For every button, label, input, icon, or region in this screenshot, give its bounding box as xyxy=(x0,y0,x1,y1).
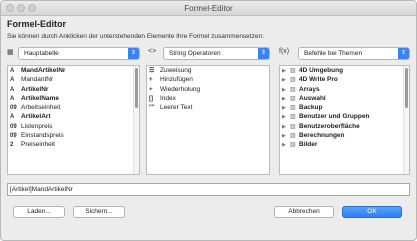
cancel-button[interactable]: Abbrechen xyxy=(274,206,334,218)
operator-label: Leerer Text xyxy=(160,104,193,112)
list-item[interactable]: A ArtikelArt xyxy=(8,112,139,121)
formula-editor-window: Formel-Editor Formel-Editor Sie können d… xyxy=(0,0,417,241)
field-label: ArtikelName xyxy=(21,94,59,102)
list-item[interactable]: 09 Listenpreis xyxy=(8,122,139,131)
list-item[interactable]: ☰ Zuweisung xyxy=(147,66,269,75)
list-item[interactable]: ▶ ▧ Benutzer und Gruppen xyxy=(280,112,409,121)
field-label: ArtikelArt xyxy=(21,113,51,121)
list-item[interactable]: "" Leerer Text xyxy=(147,103,269,112)
operator-label: Index xyxy=(160,94,176,102)
list-item[interactable]: [] Index xyxy=(147,94,269,103)
theme-icon: ▧ xyxy=(290,142,296,149)
quotes-icon: "" xyxy=(149,105,155,112)
table-select-value: Hauptabelle xyxy=(24,50,59,57)
list-item[interactable]: ▶ ▧ Arrays xyxy=(280,85,409,94)
operators-list[interactable]: ☰ Zuweisung + Hinzufügen + Wiederholung[] Inde… xyxy=(146,65,270,175)
commands-scrollbar[interactable] xyxy=(403,66,409,174)
field-label: Arbeitseinheit xyxy=(21,104,61,112)
list-item[interactable]: + Wiederholung xyxy=(147,85,269,94)
ok-button[interactable]: OK xyxy=(342,206,402,218)
chevron-updown-icon: ⇕ xyxy=(128,48,139,59)
list-item[interactable]: ▶ ▧ Benutzeroberfläche xyxy=(280,122,409,131)
command-select-value: Befehle bei Themen xyxy=(304,50,363,57)
list-item[interactable]: ▶ ▧ Auswahl xyxy=(280,94,409,103)
list-item[interactable]: 2 Preiseinheit xyxy=(8,140,139,149)
commands-list[interactable]: ▶ ▧ 4D Umgebung ▶ ▧ 4D Write Pro ▶ ▧ Arrays ▶ ▧ Aus… xyxy=(279,65,410,175)
field-label: MandArtikelNr xyxy=(21,67,66,74)
fields-list[interactable]: A MandArtikelNr A MandantNr A ArtikelNr A Artik… xyxy=(7,65,140,175)
field-label: Preiseinheit xyxy=(21,141,55,149)
command-theme-label: Benutzeroberfläche xyxy=(299,122,360,130)
field-label: ArtikelNr xyxy=(21,85,49,93)
load-button[interactable]: Laden... xyxy=(13,206,65,218)
command-theme-label: Arrays xyxy=(299,85,320,93)
list-item[interactable]: A ArtikelName xyxy=(8,94,139,103)
operator-select[interactable]: String Operatoren ⇕ xyxy=(163,47,270,60)
field-label: Listenpreis xyxy=(21,122,53,130)
table-icon: ▦ xyxy=(7,49,14,56)
command-theme-label: Bilder xyxy=(299,141,318,149)
window-title: Formel-Editor xyxy=(184,4,233,13)
formula-input[interactable]: [Artikel]MandArtikelNr xyxy=(7,183,410,196)
list-item[interactable]: 09 Einstandspreis xyxy=(8,131,139,140)
operator-label: Wiederholung xyxy=(160,85,201,93)
command-theme-label: 4D Umgebung xyxy=(299,67,344,74)
field-label: MandantNr xyxy=(21,76,54,84)
list-item[interactable]: A MandArtikelNr xyxy=(8,66,139,75)
list-item[interactable]: ▶ ▧ 4D Umgebung xyxy=(280,66,409,75)
table-select[interactable]: Hauptabelle ⇕ xyxy=(18,47,140,60)
disclosure-triangle-icon[interactable]: ▶ xyxy=(282,141,290,150)
command-theme-select[interactable]: Befehle bei Themen ⇕ xyxy=(298,47,410,60)
list-item[interactable]: ▶ ▧ 4D Write Pro xyxy=(280,75,409,84)
list-item[interactable]: + Hinzufügen xyxy=(147,75,269,84)
chevron-updown-icon: ⇕ xyxy=(398,48,409,59)
operator-label: Hinzufügen xyxy=(160,76,193,84)
command-theme-label: Benutzer und Gruppen xyxy=(299,113,370,121)
command-theme-label: 4D Write Pro xyxy=(299,76,338,84)
list-item[interactable]: A MandantNr xyxy=(8,75,139,84)
field-label: Einstandspreis xyxy=(21,132,64,140)
command-theme-label: Backup xyxy=(299,104,323,112)
dialog-heading: Formel-Editor xyxy=(7,19,67,29)
list-item[interactable]: ▶ ▧ Bilder xyxy=(280,140,409,149)
field-type-icon: 2 xyxy=(10,142,14,149)
operator-select-value: String Operatoren xyxy=(169,50,221,57)
list-item[interactable]: ▶ ▧ Backup xyxy=(280,103,409,112)
operator-label: Zuweisung xyxy=(160,67,192,74)
fields-scrollbar[interactable] xyxy=(133,66,139,174)
list-item[interactable]: 09 Arbeitseinheit xyxy=(8,103,139,112)
command-theme-label: Berechnungen xyxy=(299,132,345,140)
save-button[interactable]: Sichern... xyxy=(73,206,125,218)
function-prefix: f(x) xyxy=(279,48,290,55)
chevron-updown-icon: ⇕ xyxy=(258,48,269,59)
list-item[interactable]: ▶ ▧ Berechnungen xyxy=(280,131,409,140)
command-theme-label: Auswahl xyxy=(299,94,326,102)
operator-prefix: <> xyxy=(148,48,157,55)
list-item[interactable]: A ArtikelNr xyxy=(8,85,139,94)
instruction-text: Sie können durch Anklicken der untersteh… xyxy=(7,33,264,40)
title-bar: Formel-Editor xyxy=(1,1,416,16)
